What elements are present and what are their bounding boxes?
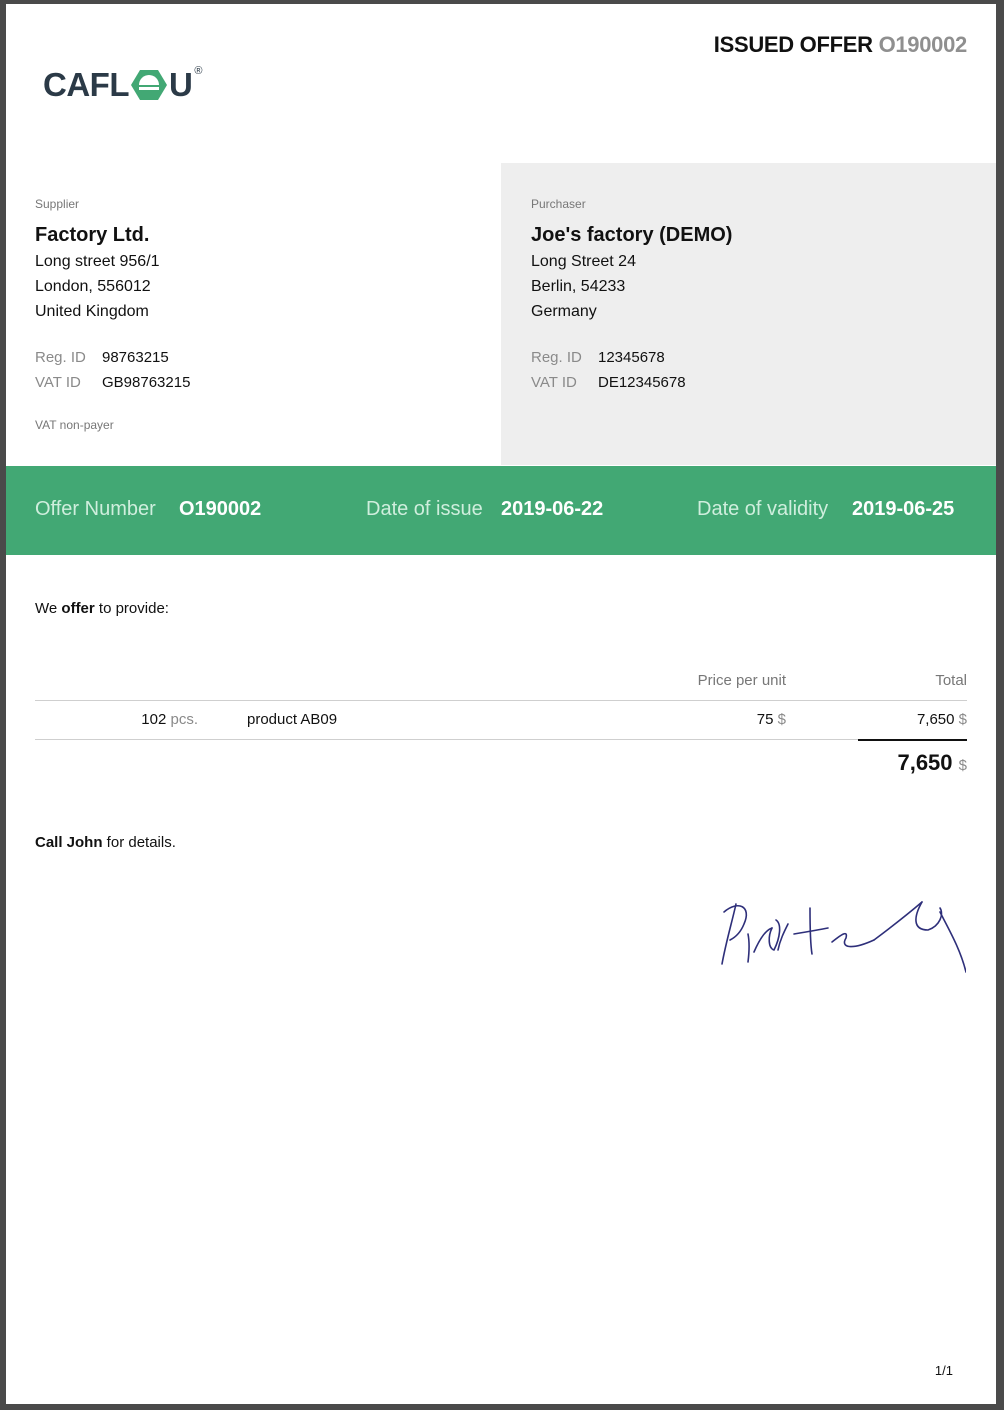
company-logo: CAFL U ® [43,62,202,108]
date-of-issue-label: Date of issue [366,498,483,520]
item-description: product AB09 [247,711,338,728]
item-total-value: 7,650 [916,711,955,728]
document-page: ISSUED OFFER O190002 CAFL U ® Supplier F… [6,4,996,1404]
supplier-vat-id: GB98763215 [102,374,191,391]
grand-total-value: 7,650 [897,750,953,775]
purchaser-address-line: Berlin, 54233 [531,278,626,295]
intro-prefix: We [35,600,62,617]
document-heading: ISSUED OFFER O190002 [713,32,968,58]
purchaser-vat-id-label: VAT ID [531,374,577,391]
date-of-validity-value: 2019-06-25 [852,498,955,520]
item-total-currency: $ [958,711,967,728]
supplier-address-line: London, 556012 [35,278,151,295]
item-price-value: 75 [756,711,774,728]
grand-total-rule [858,739,967,741]
purchaser-address-line: Long Street 24 [531,253,636,270]
contact-note: Call John for details. [35,834,176,851]
logo-text-left: CAFL [43,66,129,103]
supplier-address-line: Long street 956/1 [35,253,160,270]
column-header-price-per-unit: Price per unit [697,672,786,689]
item-quantity: 102 pcs. [141,711,198,728]
note-rest: for details. [102,834,176,851]
page-number: 1/1 [934,1363,953,1378]
item-quantity-value: 102 [141,711,167,728]
intro-suffix: to provide: [94,600,169,617]
supplier-label: Supplier [35,197,80,211]
purchaser-reg-id-label: Reg. ID [531,349,582,366]
table-row-divider [35,739,967,740]
purchaser-name: Joe's factory (DEMO) [531,224,733,246]
purchaser-vat-id: DE12345678 [598,374,686,391]
grand-total-currency: $ [958,757,967,774]
offer-number-label: Offer Number [35,498,156,520]
grand-total: 7,650 $ [897,750,967,776]
supplier-reg-id-label: Reg. ID [35,349,86,366]
vat-status-note: VAT non-payer [35,418,114,432]
item-price-currency: $ [777,711,786,728]
column-header-total: Total [935,672,967,689]
document-number: O190002 [878,32,968,57]
supplier-name: Factory Ltd. [35,224,150,246]
item-unit: pcs. [170,711,198,728]
offer-number-value: O190002 [179,498,262,520]
date-of-issue-value: 2019-06-22 [501,498,604,520]
purchaser-label: Purchaser [531,197,586,211]
registered-mark: ® [194,65,203,77]
note-bold: Call John [35,834,103,851]
supplier-address-line: United Kingdom [35,303,149,320]
table-header-divider [35,700,967,701]
purchaser-address-line: Germany [531,303,597,320]
date-of-validity-label: Date of validity [697,498,829,520]
handwritten-signature [714,894,967,976]
intro-bold: offer [61,600,95,617]
document-type: ISSUED OFFER [713,32,873,57]
offer-intro: We offer to provide: [35,600,169,617]
hexagon-o-icon [130,68,168,102]
logo-text-right: U [168,66,193,103]
item-total: 7,650 $ [917,711,967,728]
item-price: 75 $ [757,711,786,728]
supplier-reg-id: 98763215 [102,349,169,366]
purchaser-reg-id: 12345678 [598,349,665,366]
supplier-vat-id-label: VAT ID [35,374,81,391]
